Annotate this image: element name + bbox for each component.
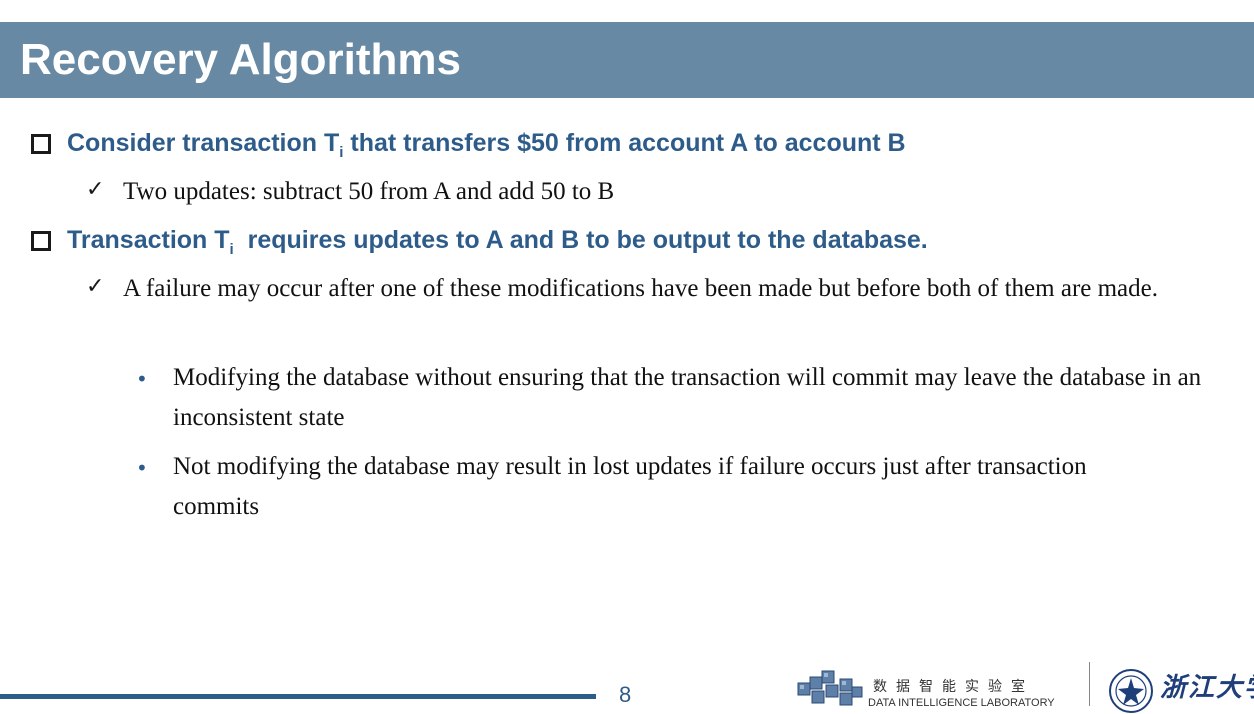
slide-title: Recovery Algorithms [20, 35, 461, 84]
university-name-chinese: 浙江大学 [1160, 673, 1254, 703]
bullet-dot-icon: • [136, 367, 148, 391]
bullet-1-heading: Consider transaction Ti that transfers $… [67, 129, 906, 161]
data-lab-cubes-logo [797, 670, 863, 706]
square-bullet-icon [31, 134, 51, 154]
bullet-dot-icon: • [136, 456, 148, 480]
footer-divider [1089, 662, 1090, 706]
lab-name-english: DATA INTELLIGENCE LABORATORY [868, 697, 1055, 709]
sub-item-two-updates: Two updates: subtract 50 from A and add … [123, 178, 615, 205]
bullet-2-heading: Transaction Ti requires updates to A and… [67, 226, 928, 258]
zju-seal-logo [1109, 669, 1153, 713]
lab-name-chinese: 数据智能实验室 [873, 679, 1034, 695]
page-number: 8 [619, 682, 632, 707]
sub-sub-item-modifying: Modifying the database without ensuring … [173, 364, 1202, 431]
check-mark-icon: ✓ [86, 177, 105, 202]
check-mark-icon: ✓ [86, 274, 105, 299]
square-bullet-icon [31, 231, 51, 251]
sub-item-failure: A failure may occur after one of these m… [123, 275, 1158, 302]
footer-rule [0, 694, 596, 699]
sub-sub-item-not-modifying: Not modifying the database may result in… [173, 453, 1087, 520]
